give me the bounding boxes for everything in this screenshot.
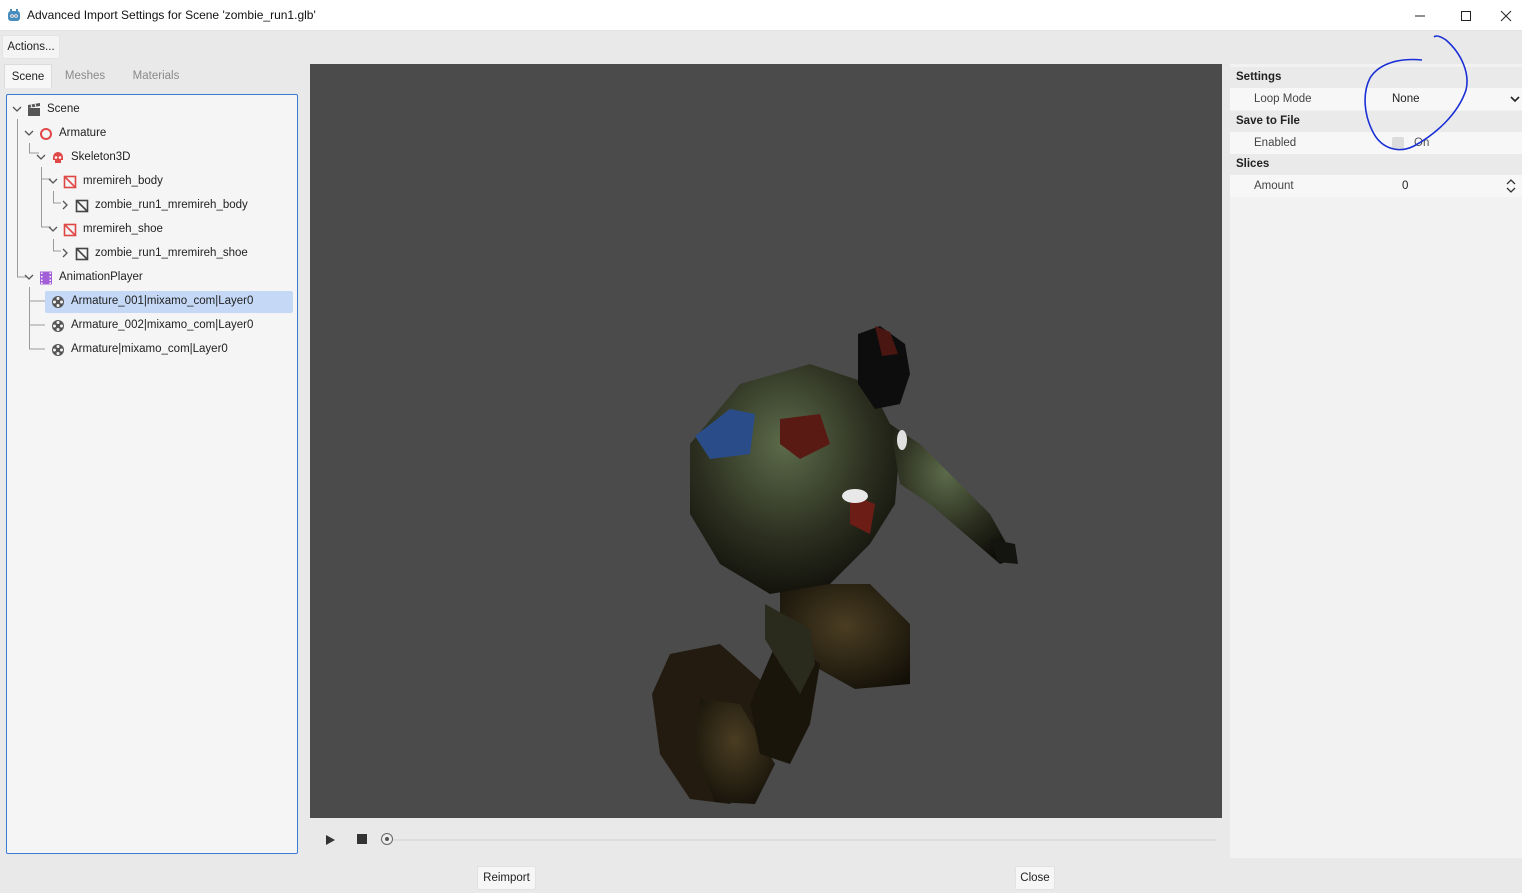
chevron-down-icon[interactable] (47, 175, 59, 187)
tree-item-mremireh-body[interactable]: mremireh_body (7, 170, 295, 194)
spinner-arrows-icon[interactable] (1506, 179, 1516, 193)
loop-mode-dropdown[interactable]: None (1392, 93, 1420, 105)
tree-item-zombie-run1-mremireh-shoe[interactable]: zombie_run1_mremireh_shoe (7, 242, 295, 266)
tree-item-label: mremireh_body (83, 175, 163, 187)
section-slices[interactable]: Slices (1230, 154, 1522, 175)
close-icon (1500, 10, 1511, 21)
tree-item-label: Skeleton3D (71, 151, 131, 163)
close-window-button[interactable] (1489, 0, 1522, 31)
tab-scene[interactable]: Scene (4, 64, 52, 88)
maximize-icon (1461, 10, 1471, 21)
godot-icon (8, 9, 20, 21)
tree-item-armature-001-anim[interactable]: Armature_001|mixamo_com|Layer0 (7, 290, 295, 314)
mesh-instance-icon (63, 175, 77, 189)
tree-item-label: Armature (59, 127, 107, 139)
section-title: Slices (1236, 158, 1270, 170)
maximize-button[interactable] (1443, 0, 1489, 31)
window-title: Advanced Import Settings for Scene 'zomb… (27, 8, 316, 22)
enabled-checkbox[interactable] (1392, 137, 1404, 149)
tree-item-armature-002-anim[interactable]: Armature_002|mixamo_com|Layer0 (7, 314, 295, 338)
scene-tabs: Scene Meshes Materials (4, 64, 302, 88)
property-amount: Amount 0 (1230, 175, 1522, 197)
tree-item-zombie-run1-mremireh-body[interactable]: zombie_run1_mremireh_body (7, 194, 295, 218)
tab-materials[interactable]: Materials (122, 64, 190, 88)
chevron-down-icon[interactable] (1510, 94, 1520, 104)
actions-menu-button[interactable]: Actions... (2, 35, 60, 59)
property-label: Amount (1254, 180, 1294, 192)
animation-icon (52, 320, 64, 332)
playback-controls (310, 826, 1222, 854)
chevron-right-icon[interactable] (59, 199, 71, 211)
3d-preview-viewport[interactable] (310, 64, 1222, 818)
tab-meshes[interactable]: Meshes (58, 64, 112, 88)
mesh-instance-icon (63, 223, 77, 237)
tree-item-scene[interactable]: Scene (7, 98, 295, 122)
tree-item-label: mremireh_shoe (83, 223, 163, 235)
play-icon[interactable] (324, 834, 336, 846)
amount-spinbox[interactable]: 0 (1402, 180, 1408, 192)
reimport-button[interactable]: Reimport (477, 866, 536, 890)
chevron-down-icon[interactable] (11, 103, 23, 115)
film-icon (40, 271, 52, 285)
skull-icon (53, 152, 63, 163)
minimize-button[interactable] (1397, 0, 1443, 31)
close-button[interactable]: Close (1015, 866, 1055, 890)
tree-item-label: zombie_run1_mremireh_shoe (95, 247, 248, 259)
chevron-down-icon[interactable] (23, 271, 35, 283)
section-title: Settings (1236, 71, 1282, 83)
chevron-down-icon[interactable] (23, 127, 35, 139)
chevron-down-icon[interactable] (35, 151, 47, 163)
clapperboard-icon (28, 103, 40, 116)
timeline-slider[interactable] (380, 839, 1216, 841)
tree-item-mremireh-shoe[interactable]: mremireh_shoe (7, 218, 295, 242)
import-inspector: Settings Loop Mode None Save to File Ena… (1230, 64, 1522, 858)
section-settings[interactable]: Settings (1230, 67, 1522, 88)
section-save-to-file[interactable]: Save to File (1230, 111, 1522, 132)
property-loop-mode: Loop Mode None (1230, 88, 1522, 110)
chevron-down-icon[interactable] (47, 223, 59, 235)
mesh-icon (75, 247, 89, 261)
tree-item-label: AnimationPlayer (59, 271, 143, 283)
property-enabled: Enabled On (1230, 132, 1522, 154)
stop-icon[interactable] (357, 834, 367, 844)
zombie-model-render (652, 326, 1018, 804)
mesh-icon (75, 199, 89, 213)
minimize-icon (1415, 15, 1425, 16)
tree-item-armature[interactable]: Armature (7, 122, 295, 146)
animation-icon (52, 344, 64, 356)
scene-tree: Scene Armature Skeleton3D mremireh_body … (6, 94, 298, 854)
chevron-right-icon[interactable] (59, 247, 71, 259)
section-title: Save to File (1236, 115, 1300, 127)
timeline-handle[interactable] (381, 833, 393, 845)
tree-item-armature-anim[interactable]: Armature|mixamo_com|Layer0 (7, 338, 295, 362)
title-bar: Advanced Import Settings for Scene 'zomb… (0, 0, 1522, 31)
tree-item-animation-player[interactable]: AnimationPlayer (7, 266, 295, 290)
tree-item-label: Scene (47, 103, 80, 115)
node3d-icon (40, 128, 52, 140)
tree-item-label: Armature_001|mixamo_com|Layer0 (71, 295, 254, 307)
animation-icon (52, 296, 64, 308)
tree-item-label: Armature|mixamo_com|Layer0 (71, 343, 228, 355)
enabled-checkbox-label: On (1414, 137, 1430, 149)
property-label: Enabled (1254, 137, 1297, 149)
tree-item-label: zombie_run1_mremireh_body (95, 199, 248, 211)
tree-item-skeleton3d[interactable]: Skeleton3D (7, 146, 295, 170)
property-label: Loop Mode (1254, 93, 1312, 105)
tree-item-label: Armature_002|mixamo_com|Layer0 (71, 319, 254, 331)
